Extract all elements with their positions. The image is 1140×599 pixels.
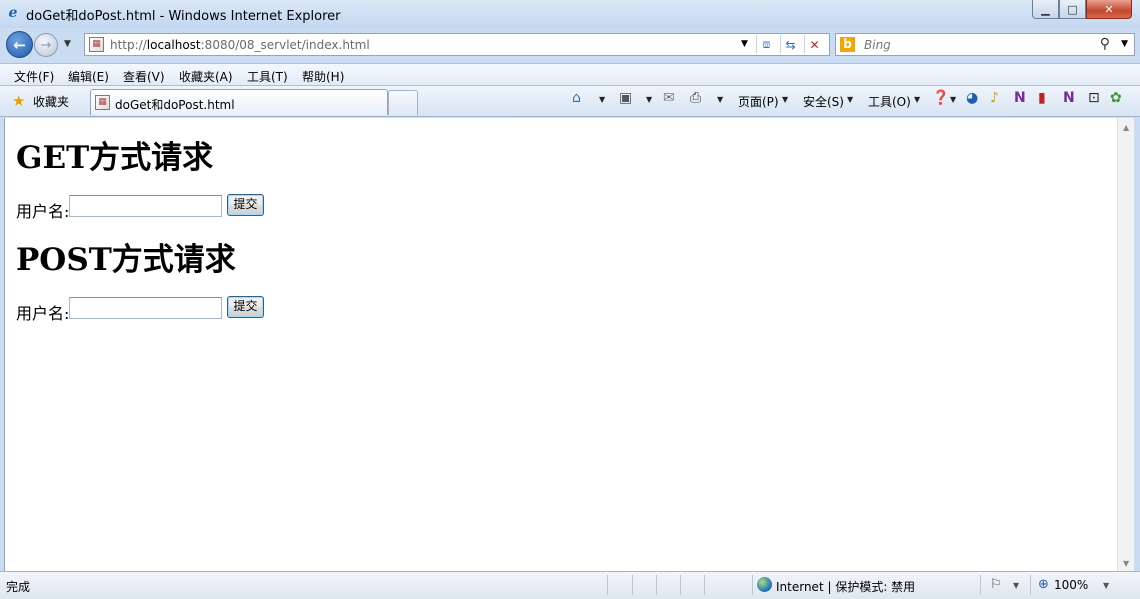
- help-dropdown-icon[interactable]: ▼: [950, 95, 956, 104]
- new-tab-button[interactable]: [388, 90, 418, 115]
- title-bar: e doGet和doPost.html - Windows Internet E…: [0, 0, 1140, 28]
- popup-dropdown-icon[interactable]: ▼: [1013, 581, 1019, 590]
- zoom-level[interactable]: 100%: [1054, 578, 1088, 592]
- page-content: GET方式请求 用户名: 提交 POST方式请求 用户名: 提交: [4, 118, 1117, 571]
- tools-menu[interactable]: 工具(O): [868, 93, 911, 110]
- tab-active[interactable]: ▦ doGet和doPost.html: [90, 89, 388, 115]
- tab-label: doGet和doPost.html: [115, 98, 235, 112]
- print-icon[interactable]: ⎙: [690, 90, 701, 106]
- window-controls: ▁ □ ✕: [1032, 0, 1132, 20]
- favorites-bar: ★ 收藏夹 ▦ doGet和doPost.html ⌂ ▼ ▣ ▼ ✉ ⎙ ▼ …: [0, 86, 1140, 117]
- minimize-button[interactable]: ▁: [1032, 0, 1059, 19]
- status-divider: [656, 575, 657, 595]
- status-divider: [1030, 575, 1031, 595]
- get-username-input[interactable]: [69, 195, 222, 217]
- menu-help[interactable]: 帮助(H): [302, 68, 344, 85]
- home-icon[interactable]: ⌂: [572, 90, 581, 106]
- safety-dropdown-icon[interactable]: ▼: [847, 95, 853, 104]
- status-divider: [980, 575, 981, 595]
- status-bar: 完成 Internet | 保护模式: 禁用 ⚐ ▼ ⊕ 100% ▼: [0, 571, 1140, 599]
- status-divider: [704, 575, 705, 595]
- menu-view[interactable]: 查看(V): [123, 68, 165, 85]
- page-menu[interactable]: 页面(P): [738, 93, 779, 110]
- navigation-bar: ← → ▼ ▦ http://localhost:8080/08_servlet…: [0, 28, 1140, 62]
- post-heading: POST方式请求: [16, 242, 236, 278]
- address-text[interactable]: http://localhost:8080/08_servlet/index.h…: [110, 38, 370, 52]
- post-username-input[interactable]: [69, 297, 222, 319]
- address-dropdown-icon[interactable]: ▼: [741, 39, 748, 49]
- compatibility-view-icon[interactable]: ⧈: [756, 35, 776, 54]
- menu-edit[interactable]: 编辑(E): [68, 68, 109, 85]
- onenote-icon[interactable]: N: [1014, 90, 1026, 106]
- menu-file[interactable]: 文件(F): [14, 68, 54, 85]
- popup-blocker-icon[interactable]: ⚐: [990, 577, 1002, 592]
- favorites-button[interactable]: 收藏夹: [33, 93, 69, 110]
- status-divider: [752, 575, 753, 595]
- stop-icon[interactable]: ✕: [804, 35, 824, 54]
- search-icon[interactable]: ⚲: [1100, 36, 1110, 52]
- search-box[interactable]: b Bing ⚲ ▼: [835, 33, 1135, 56]
- status-text: 完成: [6, 580, 31, 594]
- home-dropdown-icon[interactable]: ▼: [599, 95, 605, 104]
- security-zone-text[interactable]: Internet | 保护模式: 禁用: [776, 578, 915, 595]
- star-icon[interactable]: ★: [12, 92, 25, 110]
- addon-icon[interactable]: ✿: [1110, 90, 1122, 106]
- feeds-dropdown-icon[interactable]: ▼: [646, 95, 652, 104]
- close-button[interactable]: ✕: [1086, 0, 1132, 19]
- get-submit-button[interactable]: 提交: [227, 194, 264, 216]
- tools-dropdown-icon[interactable]: ▼: [914, 95, 920, 104]
- status-divider: [632, 575, 633, 595]
- onenote-send-icon[interactable]: N: [1063, 90, 1075, 106]
- scroll-down-icon[interactable]: ▼: [1123, 559, 1129, 568]
- post-username-label: 用户名:: [16, 304, 70, 323]
- history-dropdown-icon[interactable]: ▼: [64, 39, 71, 49]
- maximize-button[interactable]: □: [1059, 0, 1086, 19]
- search-placeholder: Bing: [864, 38, 891, 52]
- mail-icon[interactable]: ✉: [663, 90, 675, 106]
- get-username-label: 用户名:: [16, 202, 70, 221]
- menu-favorites[interactable]: 收藏夹(A): [179, 68, 233, 85]
- menu-bar: 文件(F) 编辑(E) 查看(V) 收藏夹(A) 工具(T) 帮助(H): [0, 63, 1140, 86]
- research-icon[interactable]: ♪: [990, 90, 999, 106]
- zoom-dropdown-icon[interactable]: ▼: [1103, 581, 1109, 590]
- menu-tools[interactable]: 工具(T): [247, 68, 288, 85]
- page-icon: ▦: [95, 95, 110, 110]
- post-submit-button[interactable]: 提交: [227, 296, 264, 318]
- status-divider: [607, 575, 608, 595]
- feeds-icon[interactable]: ▣: [619, 90, 632, 106]
- screenshot-icon[interactable]: ⊡: [1088, 90, 1100, 106]
- ie-logo-icon: e: [8, 5, 18, 21]
- search-dropdown-icon[interactable]: ▼: [1121, 39, 1128, 49]
- refresh-icon[interactable]: ⇆: [780, 35, 800, 54]
- vertical-scrollbar[interactable]: ▲ ▼: [1117, 118, 1134, 571]
- scroll-up-icon[interactable]: ▲: [1123, 123, 1129, 132]
- zoom-icon[interactable]: ⊕: [1038, 577, 1049, 592]
- help-icon[interactable]: ❓: [932, 90, 949, 106]
- window-frame: [1134, 118, 1140, 571]
- page-icon: ▦: [89, 37, 104, 52]
- bookmark-icon[interactable]: ▮: [1038, 90, 1046, 106]
- bing-logo-icon: b: [840, 37, 855, 52]
- internet-zone-icon: [757, 577, 772, 592]
- window-title: doGet和doPost.html - Windows Internet Exp…: [26, 9, 341, 24]
- page-dropdown-icon[interactable]: ▼: [782, 95, 788, 104]
- print-dropdown-icon[interactable]: ▼: [717, 95, 723, 104]
- safety-menu[interactable]: 安全(S): [803, 93, 844, 110]
- status-divider: [680, 575, 681, 595]
- address-bar[interactable]: ▦ http://localhost:8080/08_servlet/index…: [84, 33, 830, 56]
- forward-button[interactable]: →: [34, 33, 58, 57]
- back-button[interactable]: ←: [6, 31, 33, 58]
- get-heading: GET方式请求: [16, 140, 214, 176]
- messenger-icon[interactable]: ◕: [966, 90, 978, 106]
